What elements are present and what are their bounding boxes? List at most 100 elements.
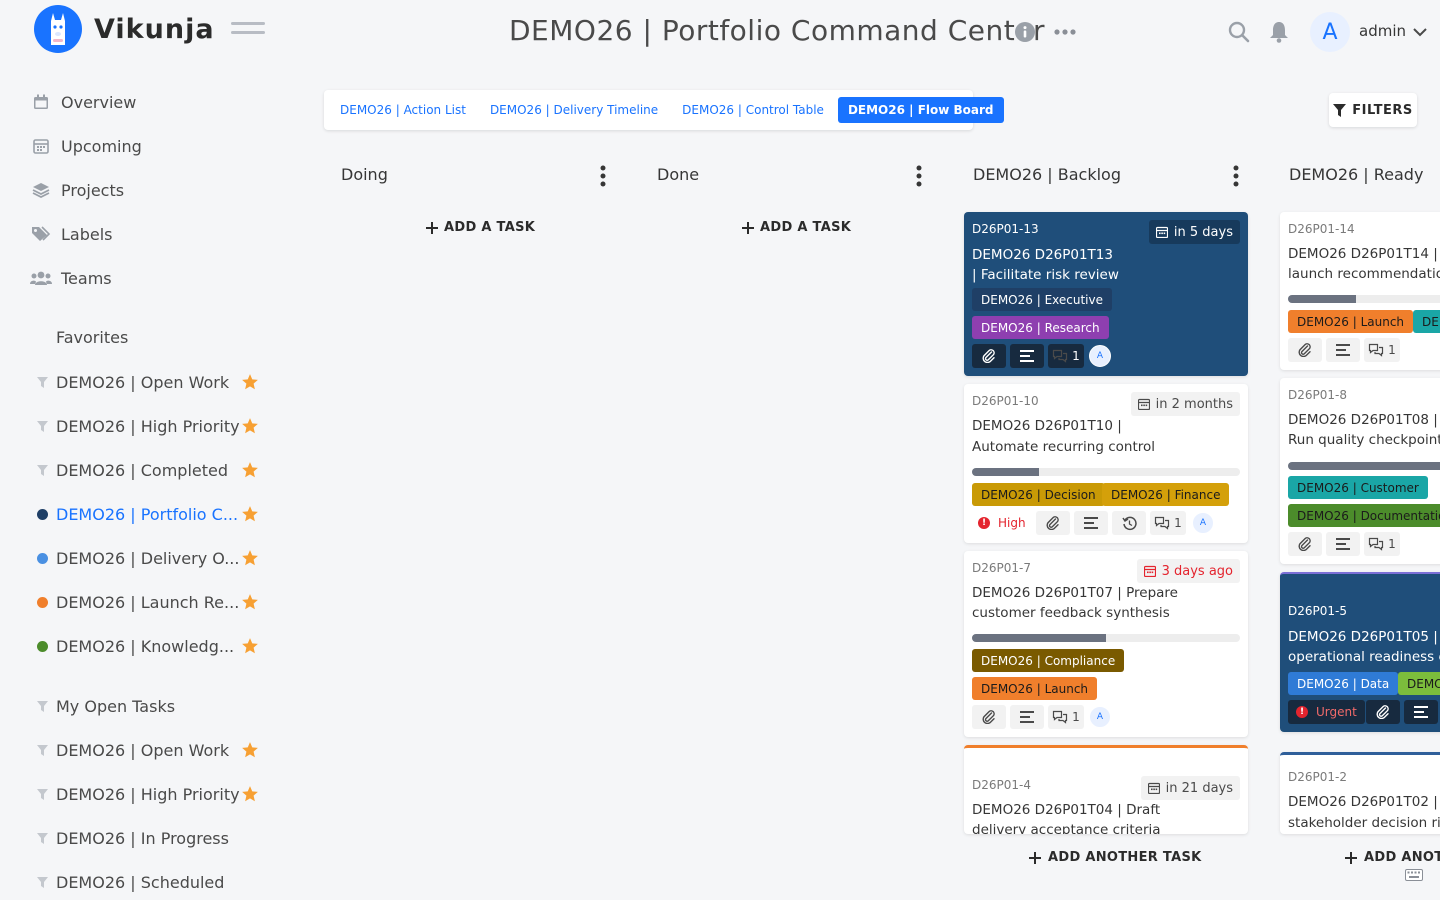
- sidebar-project-item[interactable]: DEMO26 | Launch Re...: [36, 589, 266, 615]
- add-another-task-button[interactable]: ADD ANOTHER TASK: [1029, 850, 1201, 865]
- view-tab-action-list[interactable]: DEMO26 | Action List: [330, 97, 476, 123]
- star-icon[interactable]: [241, 637, 259, 655]
- priority-label: Urgent: [1316, 705, 1357, 719]
- bucket-menu-icon[interactable]: [1229, 164, 1243, 188]
- task-card[interactable]: D26P01-13 in 5 days DEMO26 D26P01T13 | F…: [964, 212, 1248, 376]
- description-icon: [1074, 511, 1108, 535]
- chevron-down-icon[interactable]: [1412, 26, 1428, 38]
- view-tab-control-table[interactable]: DEMO26 | Control Table: [672, 97, 834, 123]
- add-another-task-button[interactable]: ADD ANOTI: [1345, 850, 1440, 865]
- filter-icon: [1333, 103, 1347, 117]
- nav-labels[interactable]: Labels: [30, 221, 113, 247]
- task-title-line2: delivery acceptance criteria: [972, 822, 1161, 834]
- comment-count: 1: [1072, 710, 1080, 724]
- llama-logo-icon: [34, 5, 82, 53]
- nav-upcoming[interactable]: Upcoming: [30, 133, 142, 159]
- project-color-dot: [36, 640, 48, 652]
- label-tag: DEMO26 | Finance: [1102, 483, 1230, 506]
- star-icon[interactable]: [241, 417, 259, 435]
- filter-icon: [36, 376, 48, 388]
- due-date-badge: 3 days ago: [1136, 559, 1240, 583]
- task-identifier: D26P01-5: [1288, 604, 1347, 618]
- priority-badge: ! High: [978, 516, 1026, 530]
- task-title-line2: launch recommendation: [1288, 266, 1440, 282]
- task-title: DEMO26 D26P01T13: [972, 247, 1113, 263]
- filter-icon: [36, 420, 48, 432]
- task-card[interactable]: D26P01-2 DEMO26 D26P01T02 | M stakeholde…: [1280, 752, 1440, 834]
- bucket-title-doing: Doing: [341, 165, 388, 184]
- user-avatar[interactable]: A: [1310, 12, 1350, 52]
- view-tab-delivery-timeline[interactable]: DEMO26 | Delivery Timeline: [480, 97, 668, 123]
- hamburger-menu-icon[interactable]: [231, 22, 265, 42]
- user-name[interactable]: admin: [1359, 22, 1406, 40]
- vikunja-logo[interactable]: Vikunja: [34, 5, 215, 53]
- plus-icon: [1345, 851, 1357, 864]
- info-icon[interactable]: [1015, 22, 1035, 42]
- sidebar-project-item[interactable]: DEMO26 | Scheduled: [36, 869, 266, 895]
- keyboard-icon[interactable]: [1405, 869, 1423, 881]
- sidebar-project-item[interactable]: DEMO26 | High Priority: [36, 413, 266, 439]
- sidebar-project-item[interactable]: DEMO26 | Open Work: [36, 369, 266, 395]
- sidebar-project-item[interactable]: DEMO26 | In Progress: [36, 825, 266, 851]
- layers-icon: [30, 182, 52, 198]
- label-tag: DEMO26 | Compliance: [972, 649, 1125, 672]
- calendar-check-icon: [30, 94, 52, 110]
- view-switcher: DEMO26 | Action List DEMO26 | Delivery T…: [324, 90, 1004, 130]
- sidebar-project-item[interactable]: DEMO26 | Open Work: [36, 737, 266, 763]
- attachment-icon: [1366, 700, 1400, 724]
- star-icon[interactable]: [241, 505, 259, 523]
- label-tag: DEMO26 | Research: [972, 316, 1109, 339]
- label-tag: DEMO: [1398, 672, 1440, 695]
- page-title: DEMO26 | Portfolio Command Center: [509, 14, 1045, 47]
- sidebar-project-item[interactable]: DEMO26 | High Priority: [36, 781, 266, 807]
- notifications-bell-icon[interactable]: [1269, 21, 1289, 43]
- task-card[interactable]: D26P01-4 in 21 days DEMO26 D26P01T04 | D…: [964, 745, 1248, 834]
- due-date-text: in 2 months: [1155, 396, 1233, 412]
- star-icon[interactable]: [241, 785, 259, 803]
- search-icon[interactable]: [1228, 21, 1250, 43]
- sidebar-project-item[interactable]: DEMO26 | Portfolio C...: [36, 501, 266, 527]
- sidebar-project-item[interactable]: DEMO26 | Knowledg...: [36, 633, 266, 659]
- label-tag: DEMO26 | Decision: [972, 483, 1105, 506]
- star-icon[interactable]: [241, 373, 259, 391]
- sidebar-project-item[interactable]: My Open Tasks: [36, 693, 266, 719]
- task-identifier: D26P01-7: [972, 561, 1031, 575]
- bucket-title-ready: DEMO26 | Ready: [1289, 165, 1424, 184]
- plus-icon: [1029, 851, 1041, 864]
- nav-teams[interactable]: Teams: [30, 265, 112, 291]
- label-tag: DEMO26 | Data: [1288, 672, 1399, 695]
- label-tag: DE: [1413, 310, 1440, 333]
- filters-button[interactable]: FILTERS: [1329, 93, 1417, 127]
- calendar-icon: [1143, 565, 1156, 577]
- attachment-icon: [972, 344, 1006, 368]
- task-identifier: D26P01-13: [972, 222, 1039, 236]
- attachment-icon: [1288, 338, 1322, 362]
- more-options-icon[interactable]: [1053, 22, 1077, 42]
- bucket-menu-icon[interactable]: [596, 164, 610, 188]
- task-card[interactable]: D26P01-8 DEMO26 D26P01T08 | Run quality …: [1280, 378, 1440, 564]
- project-label: DEMO26 | Open Work: [56, 372, 230, 392]
- task-card[interactable]: D26P01-14 DEMO26 D26P01T14 | A launch re…: [1280, 212, 1440, 370]
- calendar-icon: [1147, 782, 1160, 794]
- add-task-button[interactable]: ADD A TASK: [426, 220, 535, 235]
- task-identifier: D26P01-14: [1288, 222, 1355, 236]
- star-icon[interactable]: [241, 549, 259, 567]
- task-title: DEMO26 D26P01T14 | A: [1288, 246, 1440, 262]
- star-icon[interactable]: [241, 461, 259, 479]
- nav-projects[interactable]: Projects: [30, 177, 124, 203]
- task-card[interactable]: D26P01-5 DEMO26 D26P01T05 | R operationa…: [1280, 572, 1440, 732]
- progress-bar: [972, 468, 1240, 476]
- sidebar-project-item[interactable]: DEMO26 | Completed: [36, 457, 266, 483]
- sidebar-project-item[interactable]: DEMO26 | Delivery O...: [36, 545, 266, 571]
- bucket-menu-icon[interactable]: [912, 164, 926, 188]
- description-icon: [1010, 705, 1044, 729]
- add-task-button[interactable]: ADD A TASK: [742, 220, 851, 235]
- task-card[interactable]: D26P01-7 3 days ago DEMO26 D26P01T07 | P…: [964, 551, 1248, 737]
- label-tag: DEMO26 | Launch: [972, 677, 1098, 700]
- star-icon[interactable]: [241, 593, 259, 611]
- task-card[interactable]: D26P01-10 in 2 months DEMO26 D26P01T10 |…: [964, 384, 1248, 543]
- view-tab-flow-board[interactable]: DEMO26 | Flow Board: [837, 97, 1004, 123]
- task-title-line2: Run quality checkpoint: [1288, 432, 1440, 448]
- nav-overview[interactable]: Overview: [30, 89, 136, 115]
- star-icon[interactable]: [241, 741, 259, 759]
